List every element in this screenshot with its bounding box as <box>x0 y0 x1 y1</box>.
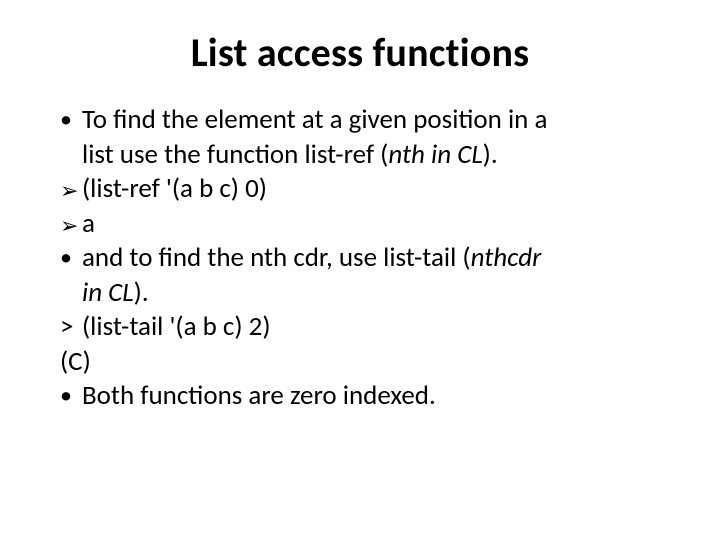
text-line-2: (list-ref '(a b c) 0) <box>82 172 660 207</box>
arrow-icon: ➢ <box>60 174 82 207</box>
gt-icon: > <box>60 310 82 345</box>
bullet-line-7: • Both functions are zero indexed. <box>60 379 660 414</box>
bullet-line-4-cont: in CL). <box>60 276 660 311</box>
bullet-line-4: • and to find the nth cdr, use list-tail… <box>60 241 660 276</box>
text-line-7: Both functions are zero indexed. <box>82 379 660 414</box>
text-line-4a: and to find the nth cdr, use list-tail (… <box>82 241 660 276</box>
text-line-5: (list-tail '(a b c) 2) <box>82 310 660 345</box>
gt-line-5: > (list-tail '(a b c) 2) <box>60 310 660 345</box>
text-line-6: (C) <box>60 345 660 380</box>
text-line-4a-ital: nthcdr <box>471 241 542 274</box>
bullet-line-1-cont: list use the function list-ref (nth in C… <box>60 138 660 173</box>
paren-line-6: (C) <box>60 345 660 380</box>
bullet-dot-icon: • <box>60 379 82 413</box>
text-line-1b-ital: nth in CL <box>388 138 482 171</box>
arrow-icon: ➢ <box>60 209 82 242</box>
text-line-1b-tail: ). <box>483 138 498 171</box>
bullet-line-1: • To find the element at a given positio… <box>60 103 660 138</box>
bullet-dot-icon: • <box>60 103 82 137</box>
bullet-dot-icon: • <box>60 241 82 275</box>
text-line-1a: To find the element at a given position … <box>82 103 660 138</box>
text-line-3: a <box>82 207 660 242</box>
slide-title: List access functions <box>60 28 660 77</box>
arrow-line-3: ➢ a <box>60 207 660 242</box>
text-line-4b-ital: in CL <box>82 276 134 309</box>
text-line-4a-plain: and to find the nth cdr, use list-tail ( <box>82 241 471 274</box>
slide-body: • To find the element at a given positio… <box>60 103 660 414</box>
arrow-line-2: ➢ (list-ref '(a b c) 0) <box>60 172 660 207</box>
slide: List access functions • To find the elem… <box>0 0 720 540</box>
text-line-1b-plain: list use the function list-ref ( <box>82 138 388 171</box>
text-line-4b-tail: ). <box>134 276 149 309</box>
